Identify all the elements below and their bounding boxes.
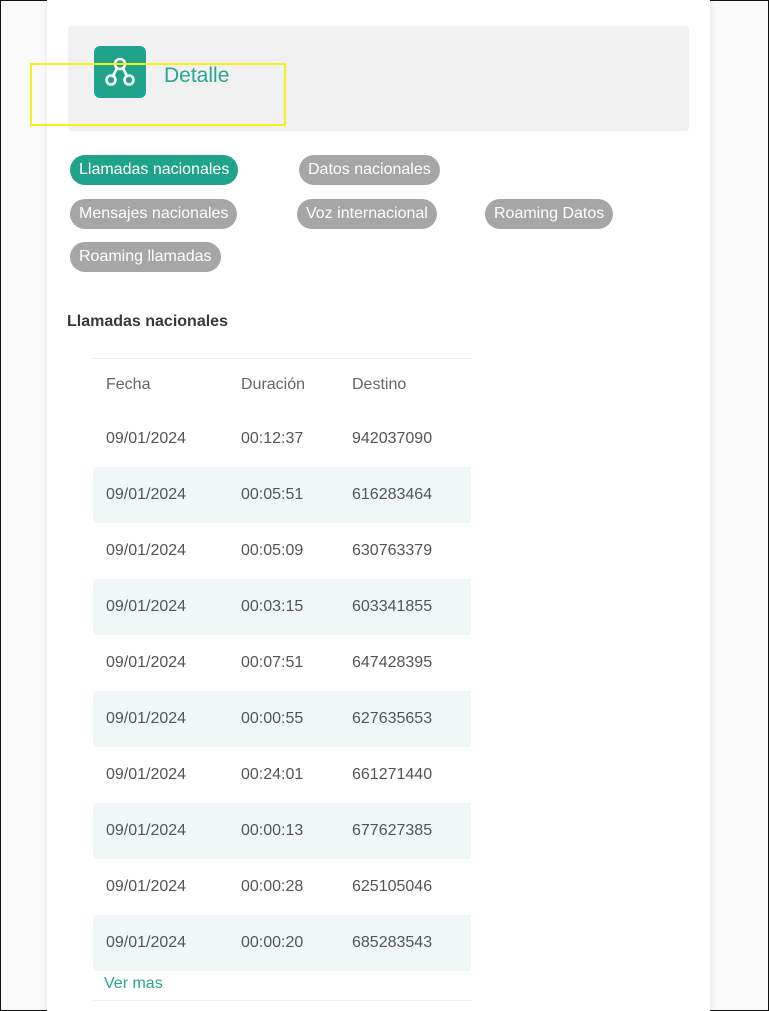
table-row: 09/01/2024 00:05:51 616283464 [93,467,471,523]
cell-fecha: 09/01/2024 [106,542,187,559]
cell-duracion: 00:24:01 [241,766,304,783]
cell-destino: 625105046 [352,878,433,895]
cell-duracion: 00:00:13 [241,822,304,839]
table-row: 09/01/2024 00:00:28 625105046 [93,859,471,915]
highlight-box [30,63,286,126]
cell-fecha: 09/01/2024 [106,766,187,783]
cell-destino: 616283464 [352,486,433,503]
table-row: 09/01/2024 00:12:37 942037090 [93,411,471,467]
cell-fecha: 09/01/2024 [106,598,187,615]
table-row: 09/01/2024 00:05:09 630763379 [93,523,471,579]
column-header-fecha: Fecha [106,376,151,393]
cell-fecha: 09/01/2024 [106,878,187,895]
cell-duracion: 00:00:28 [241,878,304,895]
cell-fecha: 09/01/2024 [106,430,187,447]
cell-duracion: 00:07:51 [241,654,304,671]
cell-destino: 685283543 [352,934,433,951]
cell-destino: 661271440 [352,766,433,783]
chip-voz-internacional[interactable]: Voz internacional [297,199,437,229]
chip-roaming-datos[interactable]: Roaming Datos [485,199,614,229]
calls-table: Fecha Duración Destino 09/01/2024 00:12:… [93,358,471,971]
chip-datos-nacionales[interactable]: Datos nacionales [299,155,440,185]
cell-duracion: 00:03:15 [241,598,304,615]
cell-destino: 630763379 [352,542,433,559]
cell-duracion: 00:05:09 [241,542,304,559]
column-header-destino: Destino [352,376,407,393]
table-row: 09/01/2024 00:00:20 685283543 [93,915,471,971]
cell-destino: 647428395 [352,654,433,671]
cell-duracion: 00:12:37 [241,430,304,447]
chip-llamadas-nacionales[interactable]: Llamadas nacionales [70,155,239,185]
column-header-duracion: Duración [241,376,306,393]
cell-duracion: 00:00:55 [241,710,304,727]
chip-roaming-llamadas[interactable]: Roaming llamadas [70,242,221,272]
cell-destino: 677627385 [352,822,433,839]
cell-fecha: 09/01/2024 [106,710,187,727]
section-title: Llamadas nacionales [67,313,228,330]
cell-fecha: 09/01/2024 [106,486,187,503]
cell-duracion: 00:05:51 [241,486,304,503]
table-header: Fecha Duración Destino [93,358,471,411]
table-row: 09/01/2024 00:24:01 661271440 [93,747,471,803]
table-row: 09/01/2024 00:07:51 647428395 [93,635,471,691]
table-row: 09/01/2024 00:00:13 677627385 [93,803,471,859]
cell-duracion: 00:00:20 [241,934,304,951]
cell-fecha: 09/01/2024 [106,822,187,839]
divider [93,1000,471,1001]
table-row: 09/01/2024 00:03:15 603341855 [93,579,471,635]
cell-destino: 603341855 [352,598,433,615]
table-row: 09/01/2024 00:00:55 627635653 [93,691,471,747]
chip-mensajes-nacionales[interactable]: Mensajes nacionales [70,199,238,229]
cell-fecha: 09/01/2024 [106,654,187,671]
cell-destino: 942037090 [352,430,433,447]
cell-destino: 627635653 [352,710,433,727]
ver-mas-link[interactable]: Ver mas [104,975,163,993]
cell-fecha: 09/01/2024 [106,934,187,951]
